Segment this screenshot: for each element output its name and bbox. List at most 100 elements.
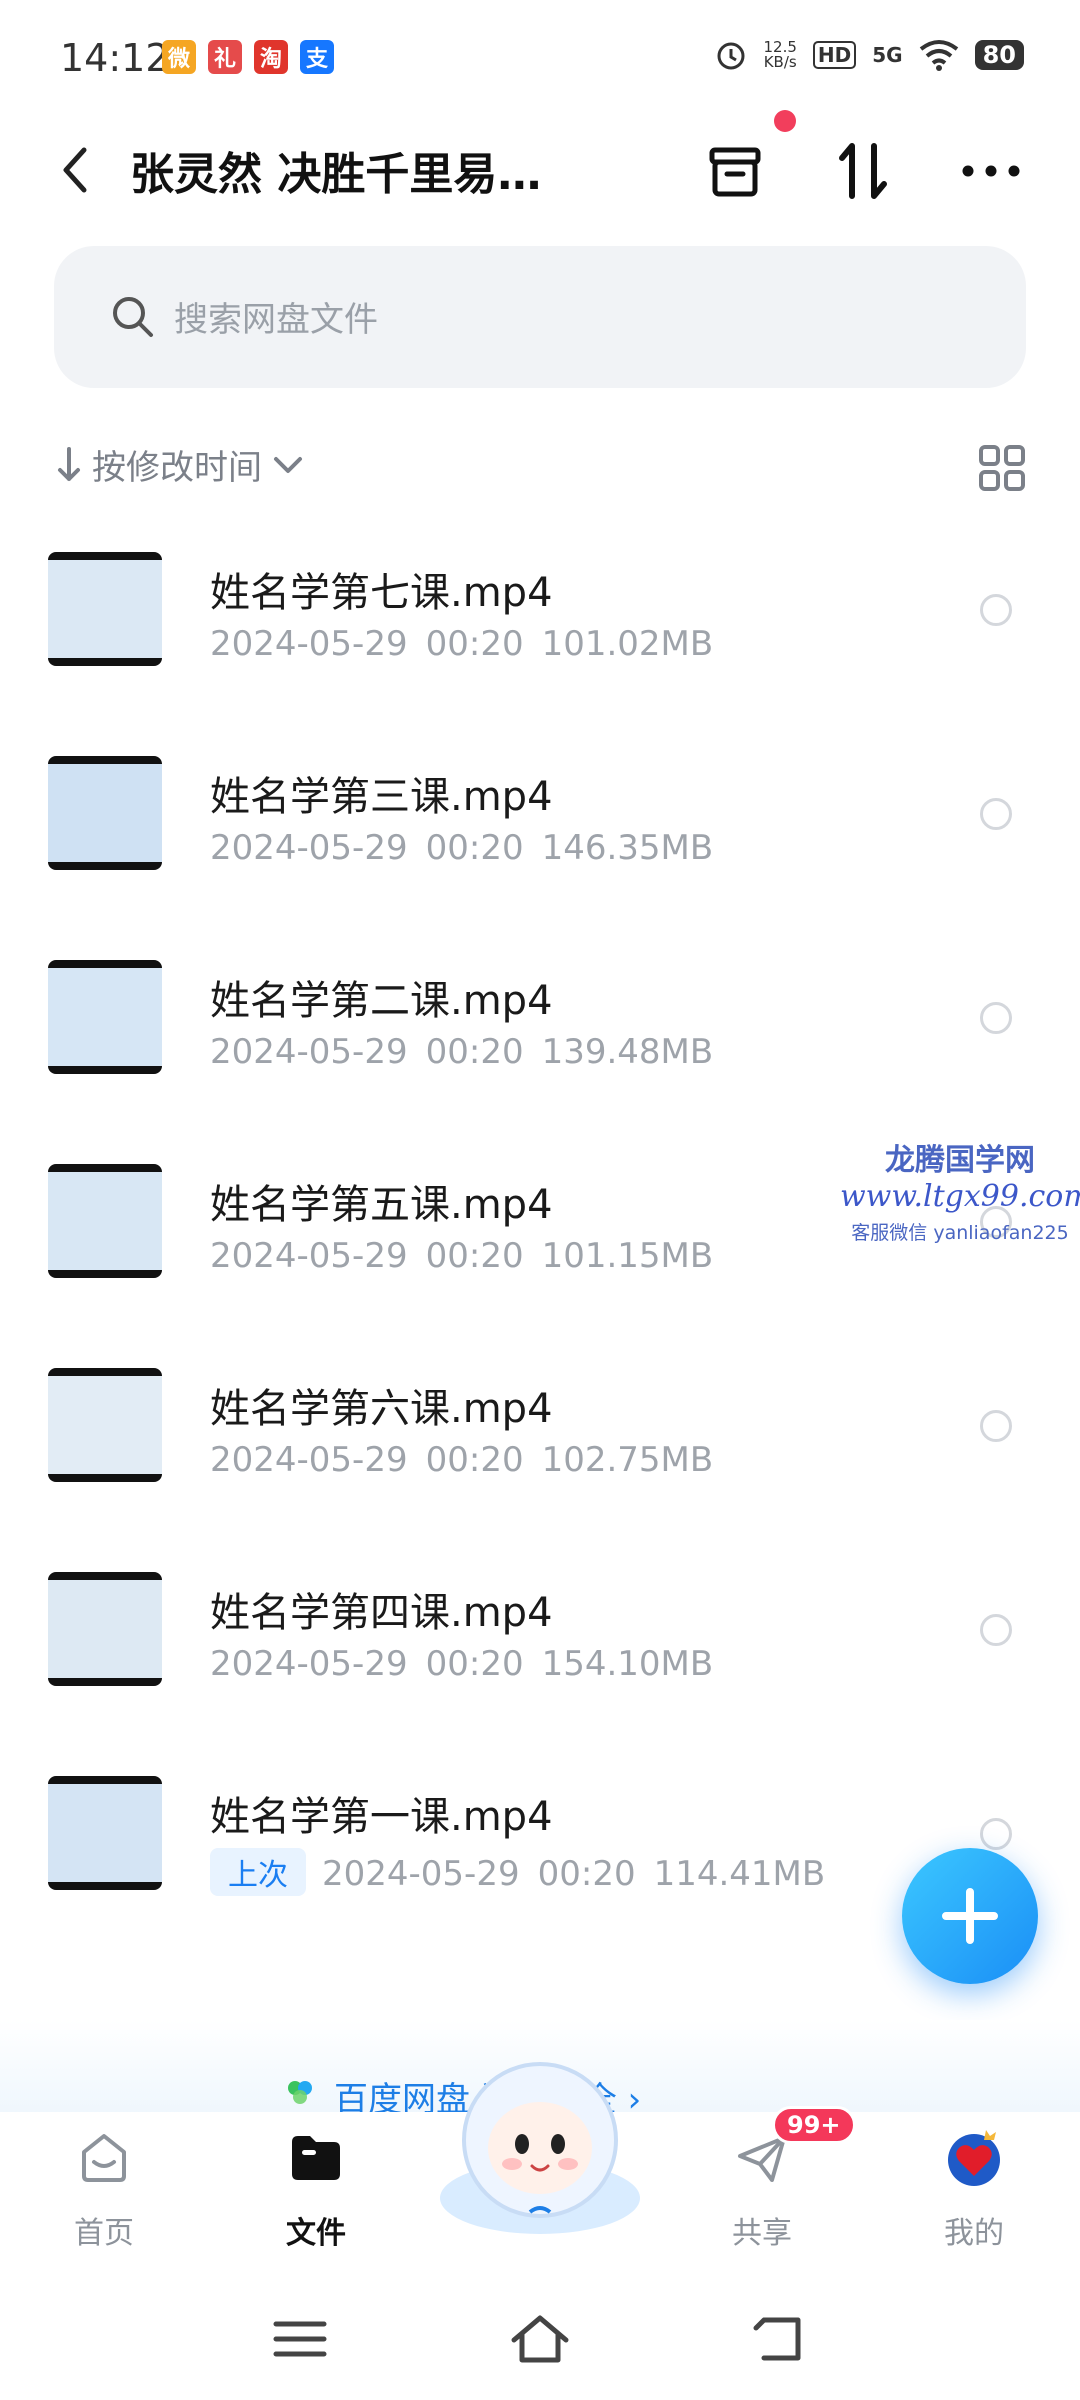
file-date: 2024-05-29 — [210, 624, 408, 664]
file-name: 姓名学第六课.mp4 — [210, 1386, 553, 1432]
folder-icon — [292, 2136, 340, 2180]
file-row[interactable]: 姓名学第七课.mp4 2024-05-29 00:20 101.02MB — [0, 540, 1080, 744]
file-date: 2024-05-29 — [210, 1644, 408, 1684]
select-radio[interactable] — [980, 1614, 1012, 1646]
watermark-url: www.ltgx99.com — [840, 1179, 1080, 1214]
arrow-down-icon — [58, 446, 80, 481]
status-bar: 14:12 微礼淘支 12.5 KB/s HD 5G 80 — [0, 0, 1080, 110]
sort-label: 按修改时间 — [92, 448, 262, 488]
select-radio[interactable] — [980, 798, 1012, 830]
hd-badge: HD — [812, 41, 857, 69]
page-title: 张灵然 决胜千里易… — [130, 149, 542, 200]
file-meta: 上次 2024-05-29 00:20 114.41MB — [210, 1848, 825, 1896]
back-system-icon[interactable] — [740, 2304, 820, 2374]
status-app-icons: 微礼淘支 — [162, 40, 334, 74]
file-time: 00:20 — [425, 1236, 524, 1276]
file-name: 姓名学第四课.mp4 — [210, 1590, 553, 1636]
file-size: 101.02MB — [541, 624, 714, 664]
video-thumbnail — [48, 552, 162, 666]
file-name: 姓名学第五课.mp4 — [210, 1182, 553, 1228]
tab-mine[interactable]: 我的 — [884, 2112, 1064, 2262]
file-date: 2024-05-29 — [322, 1854, 520, 1894]
file-time: 00:20 — [425, 1032, 524, 1072]
alipay-icon: 支 — [300, 40, 334, 74]
add-button[interactable] — [902, 1848, 1038, 1984]
file-size: 101.15MB — [541, 1236, 714, 1276]
search-icon — [113, 297, 153, 337]
gift-icon: 礼 — [208, 40, 242, 74]
sort-order-icon[interactable] — [830, 138, 896, 204]
file-time: 00:20 — [425, 1644, 524, 1684]
file-time: 00:20 — [425, 828, 524, 868]
last-viewed-tag: 上次 — [210, 1848, 306, 1896]
select-radio[interactable] — [980, 1818, 1012, 1850]
battery-indicator: 80 — [974, 40, 1024, 70]
select-radio[interactable] — [980, 1002, 1012, 1034]
video-thumbnail — [48, 756, 162, 870]
weibo-icon: 微 — [162, 40, 196, 74]
mascot-assistant-button[interactable] — [432, 2048, 648, 2238]
file-name: 姓名学第七课.mp4 — [210, 570, 553, 616]
back-icon[interactable] — [50, 140, 100, 200]
select-radio[interactable] — [980, 1410, 1012, 1442]
video-thumbnail — [48, 1368, 162, 1482]
file-meta: 2024-05-29 00:20 101.15MB — [210, 1236, 713, 1276]
system-nav-bar — [0, 2280, 1080, 2400]
tab-mine-label: 我的 — [944, 2216, 1004, 2251]
file-name: 姓名学第三课.mp4 — [210, 774, 553, 820]
select-radio[interactable] — [980, 594, 1012, 626]
file-name: 姓名学第一课.mp4 — [210, 1794, 553, 1840]
file-meta: 2024-05-29 00:20 101.02MB — [210, 624, 713, 664]
tab-files[interactable]: 文件 — [226, 2112, 406, 2262]
menu-icon[interactable] — [260, 2304, 340, 2374]
file-date: 2024-05-29 — [210, 1440, 408, 1480]
file-time: 00:20 — [537, 1854, 636, 1894]
tab-share-label: 共享 — [732, 2216, 792, 2251]
file-time: 00:20 — [425, 1440, 524, 1480]
search-input[interactable]: 搜索网盘文件 — [54, 246, 1026, 388]
search-placeholder: 搜索网盘文件 — [174, 300, 378, 340]
file-time: 00:20 — [425, 624, 524, 664]
file-row[interactable]: 姓名学第三课.mp4 2024-05-29 00:20 146.35MB — [0, 744, 1080, 948]
file-size: 154.10MB — [541, 1644, 714, 1684]
tab-home[interactable]: 首页 — [14, 2112, 194, 2262]
status-indicators: 12.5 KB/s HD 5G 80 — [714, 38, 1024, 72]
alarm-icon — [717, 42, 744, 70]
sort-bar: 按修改时间 — [54, 440, 1026, 500]
grid-view-icon[interactable] — [978, 444, 1026, 492]
file-size: 114.41MB — [653, 1854, 826, 1894]
file-name: 姓名学第二课.mp4 — [210, 978, 553, 1024]
header: 张灵然 决胜千里易… — [0, 110, 1080, 230]
file-date: 2024-05-29 — [210, 1236, 408, 1276]
transfer-box-icon[interactable] — [702, 138, 768, 204]
file-date: 2024-05-29 — [210, 828, 408, 868]
file-size: 146.35MB — [541, 828, 714, 868]
share-badge: 99+ — [772, 2106, 856, 2144]
chevron-down-icon — [274, 456, 302, 473]
sort-dropdown[interactable]: 按修改时间 — [54, 440, 306, 489]
avatar-icon — [948, 2130, 1000, 2186]
tab-files-label: 文件 — [286, 2216, 346, 2251]
file-row[interactable]: 姓名学第四课.mp4 2024-05-29 00:20 154.10MB — [0, 1560, 1080, 1764]
file-meta: 2024-05-29 00:20 102.75MB — [210, 1440, 713, 1480]
file-meta: 2024-05-29 00:20 154.10MB — [210, 1644, 713, 1684]
file-size: 139.48MB — [541, 1032, 714, 1072]
tab-home-label: 首页 — [74, 2216, 134, 2251]
home-system-icon[interactable] — [500, 2304, 580, 2374]
more-icon[interactable] — [958, 138, 1024, 204]
baidu-netdisk-logo-icon — [288, 2081, 312, 2104]
tab-share[interactable]: 99+ 共享 — [672, 2106, 856, 2262]
file-date: 2024-05-29 — [210, 1032, 408, 1072]
file-meta: 2024-05-29 00:20 139.48MB — [210, 1032, 713, 1072]
file-size: 102.75MB — [541, 1440, 714, 1480]
network-type: 5G — [872, 43, 903, 67]
plus-icon — [942, 1888, 998, 1944]
file-row[interactable]: 姓名学第二课.mp4 2024-05-29 00:20 139.48MB — [0, 948, 1080, 1152]
watermark-contact: 客服微信 yanliaofan225 — [851, 1222, 1069, 1244]
file-list: 姓名学第七课.mp4 2024-05-29 00:20 101.02MB 姓名学第三课.… — [0, 540, 1080, 1968]
net-speed: 12.5 KB/s — [763, 38, 797, 71]
home-icon — [82, 2134, 126, 2182]
video-thumbnail — [48, 1572, 162, 1686]
video-thumbnail — [48, 960, 162, 1074]
file-row[interactable]: 姓名学第六课.mp4 2024-05-29 00:20 102.75MB — [0, 1356, 1080, 1560]
